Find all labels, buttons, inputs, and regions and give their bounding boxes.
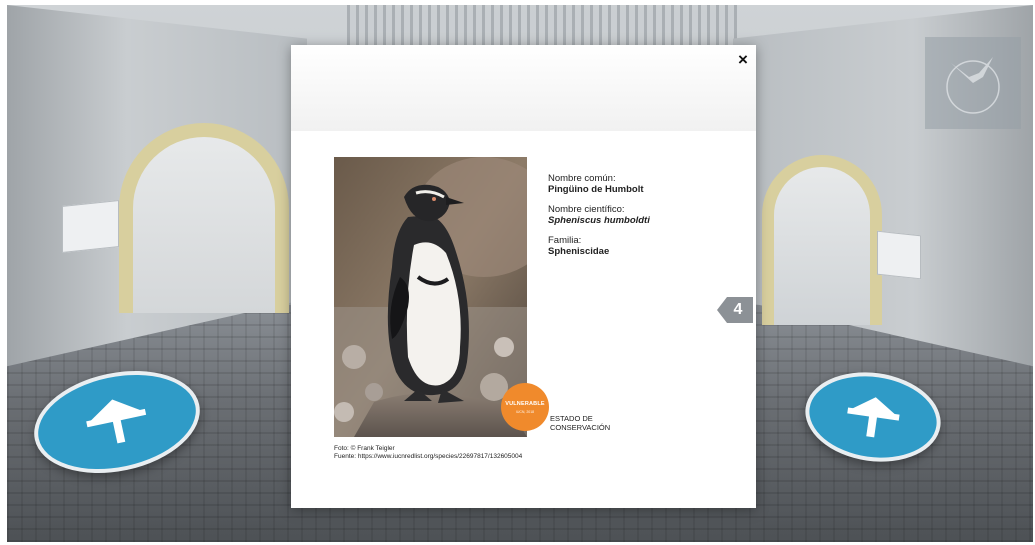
status-label-line1: ESTADO DE [550,414,593,423]
museum-logo [925,37,1021,129]
scientific-name-value: Spheniscus humboldti [548,215,650,226]
close-button[interactable]: × [735,50,751,70]
wall-sign-right [877,230,921,280]
wall-sign-left [62,200,119,253]
family-label: Familia: [548,235,582,246]
hummingbird-logo-icon [946,57,1000,114]
species-info: Nombre común: Pingüino de Humbolt Nombre… [548,173,738,266]
species-info-modal: × Nombre común: Pingüino de Humbolt Nomb… [291,45,756,508]
scientific-name-label: Nombre científico: [548,204,625,215]
modal-header [291,45,756,131]
penguin-photo-illustration [334,157,527,437]
doorway-arch-left [119,123,289,313]
photo-credit: Foto: © Frank Teigler [334,445,395,452]
family-value: Spheniscidae [548,246,610,257]
page-number: 4 [733,301,743,318]
status-badge-source: IUCN, 2018 [515,409,535,414]
common-name-value: Pingüino de Humbolt [548,184,644,195]
common-name-label: Nombre común: [548,173,616,184]
status-label-line2: CONSERVACIÓN [550,423,611,432]
conservation-status-label: ESTADO DE CONSERVACIÓN [550,414,630,432]
source-credit: Fuente: https://www.iucnredlist.org/spec… [334,453,523,460]
conservation-status-badge: VULNERABLE IUCN, 2018 [501,383,549,431]
ceiling [347,5,737,50]
species-photo [334,157,527,437]
credits: Foto: © Frank Teigler Fuente: https://ww… [334,445,694,461]
doorway-arch-right [762,155,882,325]
status-badge-title: VULNERABLE [505,400,545,407]
